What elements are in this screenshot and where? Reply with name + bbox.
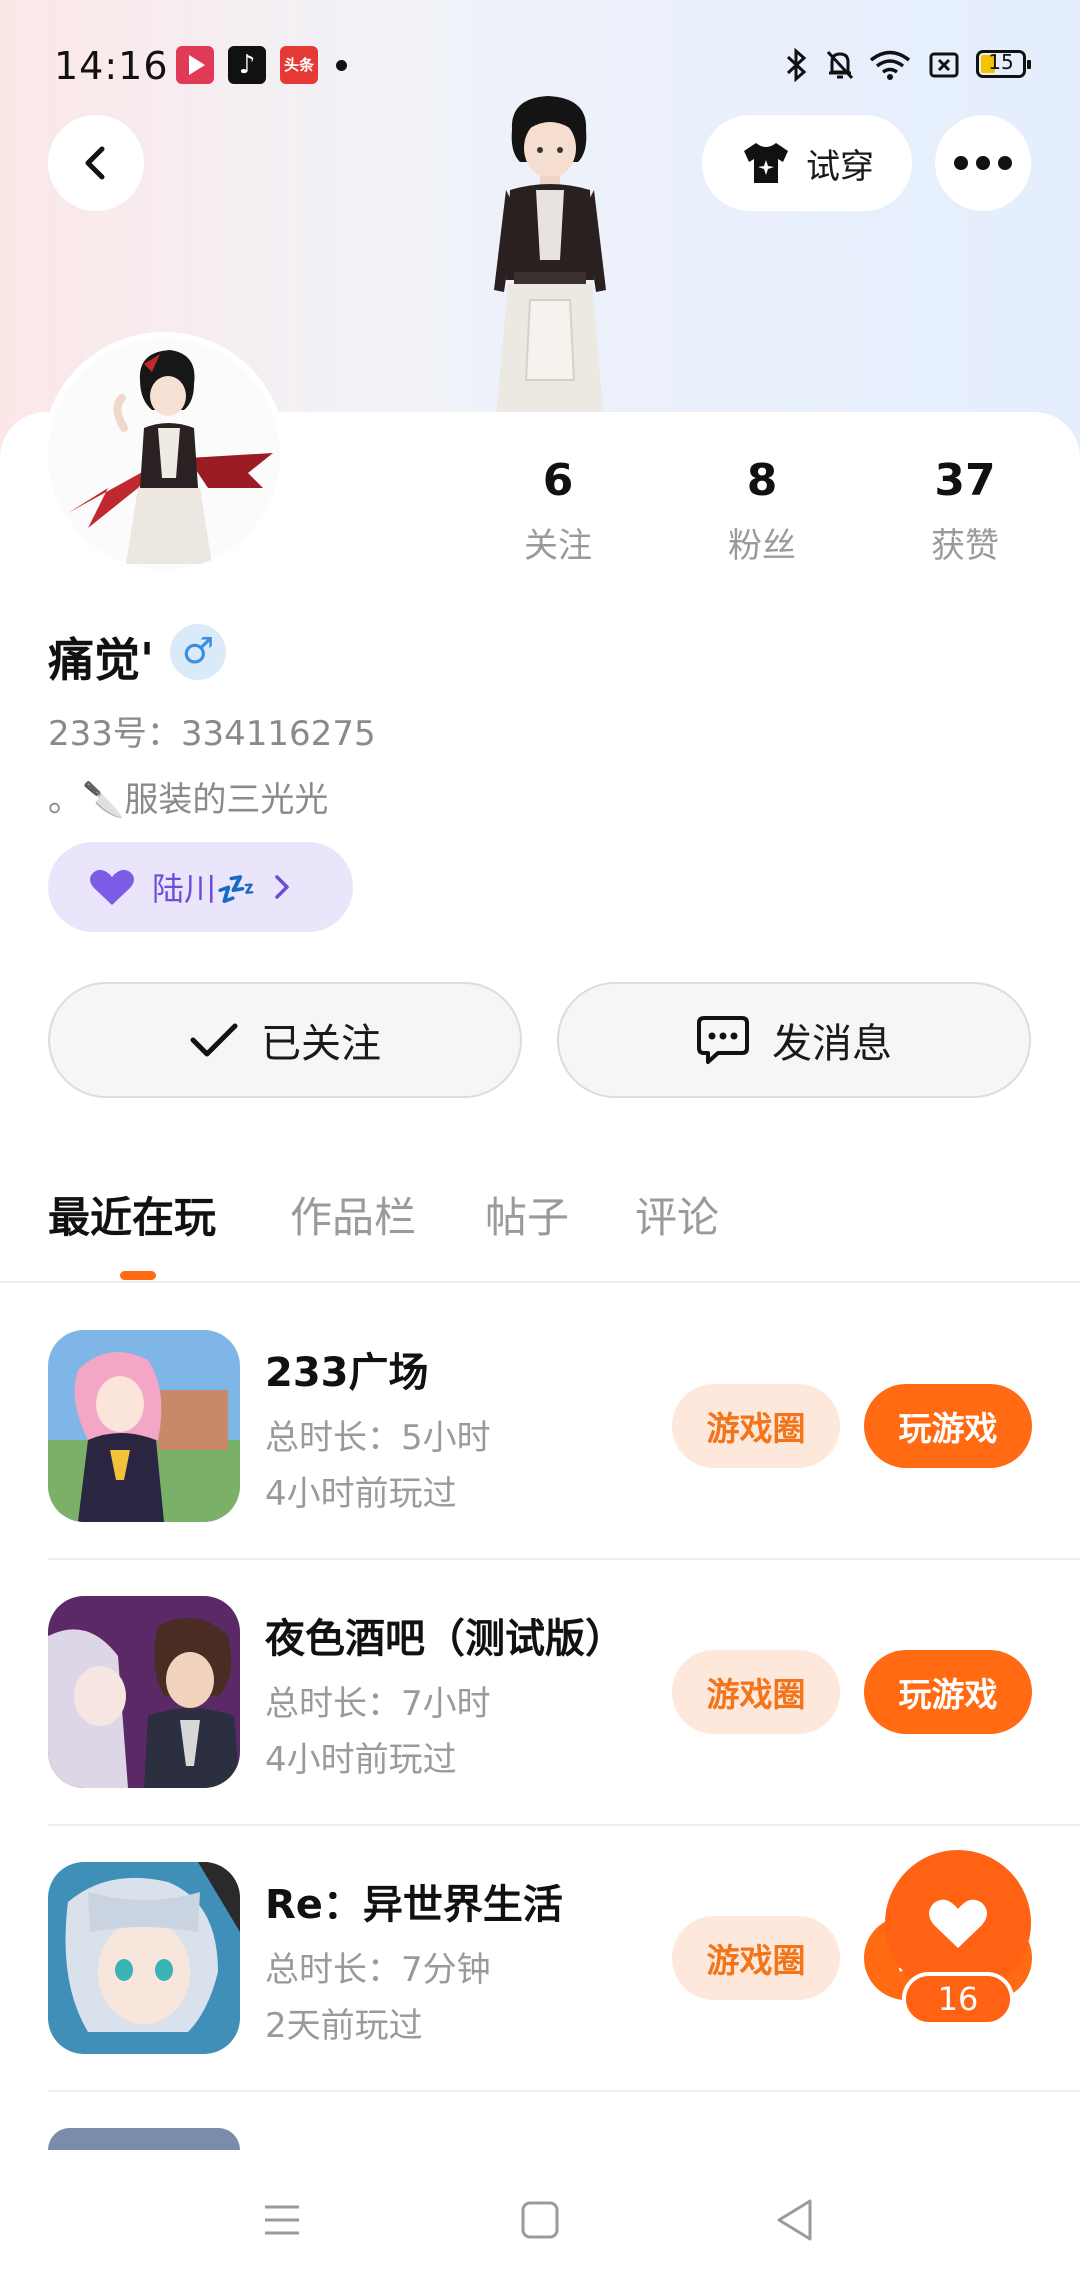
home-nav-button[interactable] (510, 2190, 570, 2250)
tab-posts[interactable]: 帖子 (485, 1184, 569, 1245)
game-last-played: 4小时前玩过 (265, 1740, 457, 1780)
game-icon-233-square[interactable] (48, 1330, 240, 1522)
menu-nav-button[interactable] (252, 2190, 312, 2250)
row-divider (48, 2090, 1080, 2092)
play-game-button[interactable]: 玩游戏 (864, 1650, 1032, 1734)
sim-card-icon (929, 52, 959, 78)
send-message-label: 发消息 (772, 1021, 892, 1067)
likes-count: 37 (934, 455, 996, 506)
try-on-button[interactable]: 试穿 (702, 115, 912, 211)
play-game-button[interactable]: 玩游戏 (864, 1384, 1032, 1468)
following-label: 关注 (524, 526, 592, 566)
system-nav-bar (0, 2150, 1080, 2280)
tshirt-icon (744, 143, 788, 183)
like-count: 16 (902, 1972, 1014, 2026)
stat-fans[interactable]: 8 粉丝 (687, 455, 837, 567)
male-gender-icon: ♂ (170, 624, 226, 680)
game-duration: 总时长：7分钟 (265, 1950, 491, 1990)
tabs-divider (0, 1281, 1080, 1283)
more-dots-icon (954, 156, 1012, 170)
row-divider (48, 1824, 1080, 1826)
heart-icon (929, 1899, 987, 1948)
tab-works[interactable]: 作品栏 (290, 1184, 416, 1245)
send-message-button[interactable]: 发消息 (557, 982, 1031, 1098)
following-count: 6 (542, 455, 574, 506)
tiktok-icon: ♪ (228, 46, 266, 84)
toutiao-icon: 头条 (280, 46, 318, 84)
checkmark-icon (190, 1023, 238, 1057)
back-triangle-icon (777, 2199, 812, 2241)
chevron-right-icon (275, 875, 289, 899)
stat-following[interactable]: 6 关注 (483, 455, 633, 567)
battery-level: 15 (988, 50, 1014, 74)
home-square-icon (521, 2201, 559, 2239)
chevron-left-icon (85, 146, 105, 180)
fans-label: 粉丝 (728, 526, 796, 566)
tab-comments[interactable]: 评论 (635, 1184, 719, 1245)
game-icon-partial (48, 2128, 240, 2150)
game-title: 夜色酒吧（测试版） (265, 1616, 625, 1662)
profile-screen: 14:16 ♪ 头条 15 试穿 6 关注 8 粉丝 37 获赞 痛觉' ♂ 2… (0, 0, 1080, 2280)
mute-bell-icon (826, 50, 854, 80)
game-title: 233广场 (265, 1350, 429, 1396)
notification-dot-icon (336, 60, 347, 71)
game-circle-button[interactable]: 游戏圈 (672, 1916, 840, 2000)
profile-tabs: 最近在玩 作品栏 帖子 评论 (0, 1184, 1080, 1284)
game-duration: 总时长：5小时 (265, 1418, 491, 1458)
back-button[interactable] (48, 115, 144, 211)
active-tab-indicator (120, 1271, 156, 1280)
username: 痛觉' (48, 633, 155, 687)
partner-name: 陆川💤 (152, 870, 256, 908)
video-play-icon (176, 46, 214, 84)
fans-count: 8 (746, 455, 778, 506)
user-id: 233号：334116275 (48, 714, 376, 754)
bluetooth-icon (786, 48, 807, 82)
likes-label: 获赞 (931, 526, 999, 566)
try-on-label: 试穿 (806, 146, 874, 187)
game-row[interactable]: 233广场 总时长：5小时 4小时前玩过 游戏圈 玩游戏 (0, 1330, 1080, 1596)
avatar[interactable] (48, 338, 280, 570)
game-last-played: 2天前玩过 (265, 2006, 423, 2046)
wifi-icon (869, 50, 911, 80)
battery-icon: 15 (976, 50, 1031, 78)
more-options-button[interactable] (935, 115, 1031, 211)
heart-icon (90, 869, 134, 905)
menu-icon (265, 2205, 299, 2235)
user-bio: 。🔪服装的三光光 (48, 780, 329, 820)
back-nav-button[interactable] (765, 2190, 825, 2250)
status-time: 14:16 (54, 44, 169, 88)
message-bubble-icon (697, 1016, 749, 1064)
partner-chip[interactable]: 陆川💤 (48, 842, 353, 932)
game-icon-re-zero[interactable] (48, 1862, 240, 2054)
row-divider (48, 1558, 1080, 1560)
stat-likes[interactable]: 37 获赞 (890, 455, 1040, 567)
followed-button[interactable]: 已关注 (48, 982, 522, 1098)
game-circle-button[interactable]: 游戏圈 (672, 1384, 840, 1468)
tab-recently-played[interactable]: 最近在玩 (48, 1184, 216, 1245)
followed-label: 已关注 (261, 1021, 381, 1067)
avatar-3d-figure (494, 96, 606, 420)
game-last-played: 4小时前玩过 (265, 1474, 457, 1514)
game-row[interactable]: 夜色酒吧（测试版） 总时长：7小时 4小时前玩过 游戏圈 玩游戏 (0, 1596, 1080, 1862)
game-duration: 总时长：7小时 (265, 1684, 491, 1724)
game-title: Re：异世界生活 (265, 1882, 563, 1928)
game-circle-button[interactable]: 游戏圈 (672, 1650, 840, 1734)
game-icon-night-bar[interactable] (48, 1596, 240, 1788)
